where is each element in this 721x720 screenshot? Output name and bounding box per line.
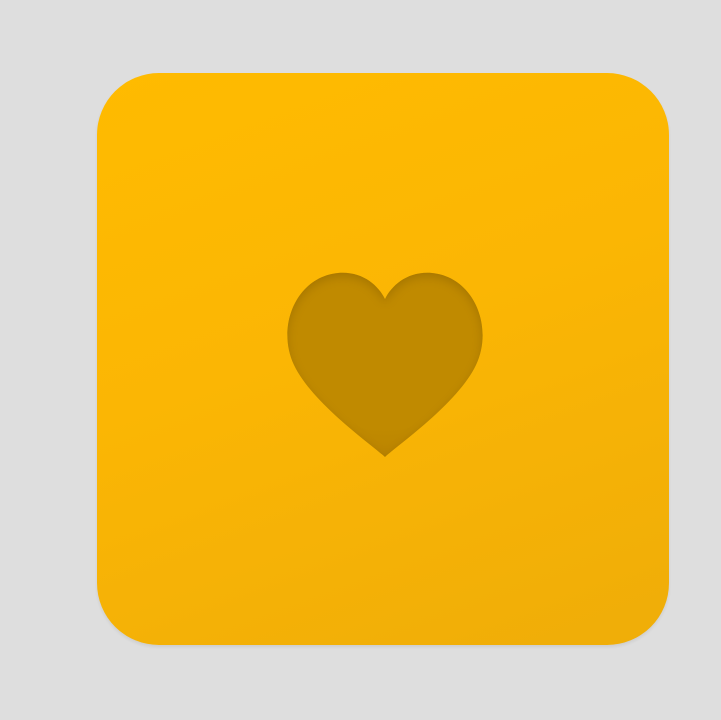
canvas bbox=[0, 0, 721, 720]
yellow-heart-tile[interactable] bbox=[97, 73, 669, 645]
heart-icon bbox=[287, 272, 483, 457]
